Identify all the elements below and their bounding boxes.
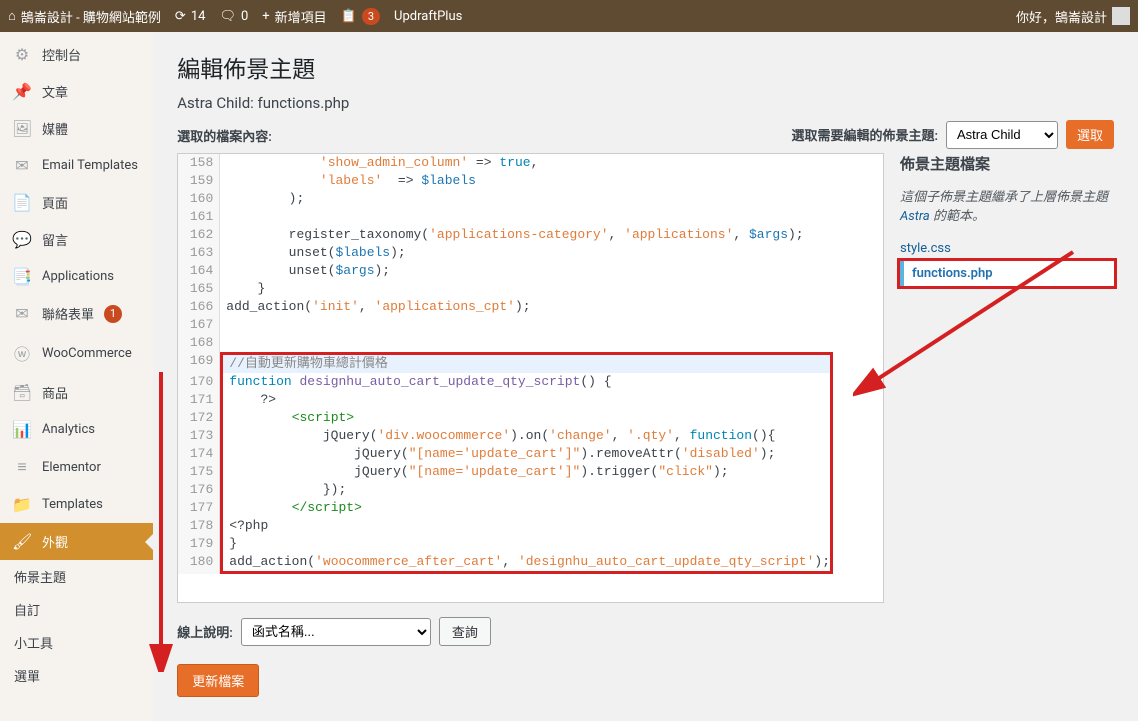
menu-label: 控制台 [42,45,81,64]
account-link[interactable]: 你好，鵠崙設計 [1016,7,1130,26]
main-content: 編輯佈景主題 Astra Child: functions.php 選取需要編輯… [153,32,1138,721]
submenu-item[interactable]: 佈景主題 [0,560,153,593]
menu-icon: 🖌 [12,532,32,551]
sidebar-item-Email Templates[interactable]: ✉ Email Templates [0,147,153,184]
code-editor[interactable]: 158 'show_admin_column' => true,159 'lab… [177,153,884,603]
menu-icon: 📌 [12,82,32,101]
menu-icon: ⚙ [12,45,32,64]
sidebar-item-文章[interactable]: 📌 文章 [0,73,153,110]
parent-theme-link[interactable]: Astra [900,209,930,224]
menu-icon: 📊 [12,420,32,439]
submenu-item[interactable]: 小工具 [0,626,153,659]
theme-select[interactable]: Astra Child [946,121,1058,149]
avatar-icon [1112,7,1130,25]
menu-icon: 📁 [12,495,32,514]
count-badge: 1 [104,305,122,323]
comments-link[interactable]: 🗨 0 [219,9,248,24]
menu-label: 留言 [42,230,68,249]
theme-select-label: 選取需要編輯的佈景主題: [791,125,938,144]
admin-topbar: ⌂ 鵠崙設計 - 購物網站範例 ⟳ 14 🗨 0 + 新增項目 📋 3 Updr… [0,0,1138,32]
menu-icon: 🖼 [12,119,32,138]
menu-label: Email Templates [42,158,138,173]
sidebar-item-留言[interactable]: 💬 留言 [0,221,153,258]
submenu-item[interactable]: 選單 [0,659,153,692]
file-subtitle: Astra Child: functions.php [177,94,1114,112]
sidebar-item-聯絡表單[interactable]: ✉ 聯絡表單 1 [0,295,153,332]
sidebar-item-商品[interactable]: 🗃 商品 [0,374,153,411]
menu-icon: 💬 [12,230,32,249]
doc-label: 線上說明: [177,622,233,641]
sidebar-item-外觀[interactable]: 🖌 外觀 [0,523,153,560]
menu-label: Elementor [42,460,101,475]
admin-sidebar: ⚙ 控制台 📌 文章 🖼 媒體 ✉ Email Templates 📄 頁面 💬 留言 📑 Applica… [0,32,153,721]
wpforms-link[interactable]: 📋 3 [341,8,380,25]
menu-label: WooCommerce [42,346,132,361]
files-heading: 佈景主題檔案 [900,153,1114,174]
sidebar-item-頁面[interactable]: 📄 頁面 [0,184,153,221]
sidebar-item-媒體[interactable]: 🖼 媒體 [0,110,153,147]
menu-icon: ✉ [12,156,32,175]
menu-label: 商品 [42,383,68,402]
menu-label: Analytics [42,422,95,437]
menu-label: 聯絡表單 [42,304,94,323]
menu-label: Templates [42,497,103,512]
theme-file-link[interactable]: functions.php [900,261,1114,286]
updraft-link[interactable]: UpdraftPlus [394,9,462,24]
menu-icon: 🗃 [12,383,32,402]
page-title: 編輯佈景主題 [177,50,1114,84]
lookup-button[interactable]: 查詢 [439,617,491,646]
sidebar-item-WooCommerce[interactable]: ⓦ WooCommerce [0,332,153,374]
menu-label: 文章 [42,82,68,101]
site-link[interactable]: ⌂ 鵠崙設計 - 購物網站範例 [8,7,161,26]
files-description: 這個子佈景主題繼承了上層佈景主題 Astra 的範本。 [900,186,1114,224]
theme-file-link[interactable]: style.css [900,236,1114,261]
function-lookup-select[interactable]: 函式名稱... [241,618,431,646]
menu-label: 媒體 [42,119,68,138]
submenu-item[interactable]: 自訂 [0,593,153,626]
menu-label: 頁面 [42,193,68,212]
menu-icon: 📑 [12,267,32,286]
sidebar-item-Templates[interactable]: 📁 Templates [0,486,153,523]
menu-icon: ⓦ [12,341,32,365]
update-file-button[interactable]: 更新檔案 [177,664,259,697]
menu-label: Applications [42,269,114,284]
sidebar-item-Applications[interactable]: 📑 Applications [0,258,153,295]
new-content-link[interactable]: + 新增項目 [262,7,326,26]
menu-icon: ✉ [12,304,32,323]
sidebar-item-Analytics[interactable]: 📊 Analytics [0,411,153,448]
sidebar-item-Elementor[interactable]: ≡ Elementor [0,448,153,486]
menu-icon: ≡ [12,457,32,477]
updates-link[interactable]: ⟳ 14 [175,9,206,24]
menu-label: 外觀 [42,532,68,551]
sidebar-item-控制台[interactable]: ⚙ 控制台 [0,36,153,73]
select-theme-button[interactable]: 選取 [1066,120,1114,149]
menu-icon: 📄 [12,193,32,212]
